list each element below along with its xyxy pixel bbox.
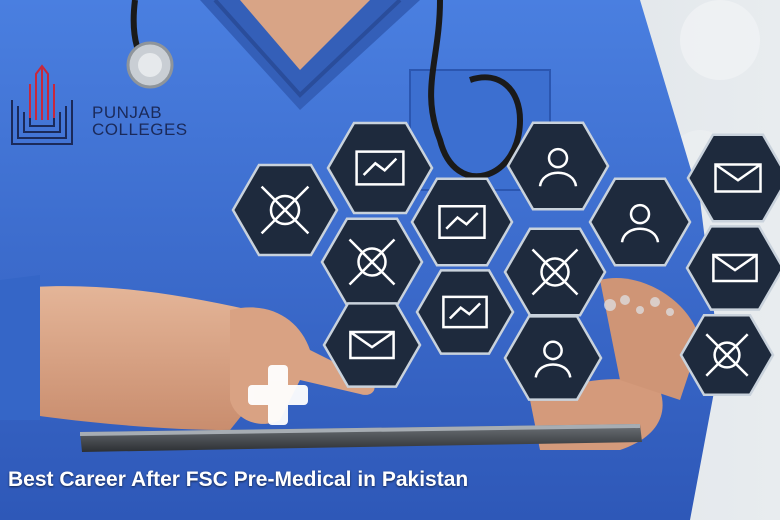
logo-wordmark: PUNJAB COLLEGES: [92, 104, 188, 138]
logo-line-2: COLLEGES: [92, 120, 188, 139]
photo-scene: PUNJAB COLLEGES Best Career After FSC Pr…: [0, 0, 780, 520]
left-arm: [0, 286, 270, 430]
logo-line-1: PUNJAB: [92, 103, 163, 122]
image-caption: Best Career After FSC Pre-Medical in Pak…: [8, 468, 469, 491]
